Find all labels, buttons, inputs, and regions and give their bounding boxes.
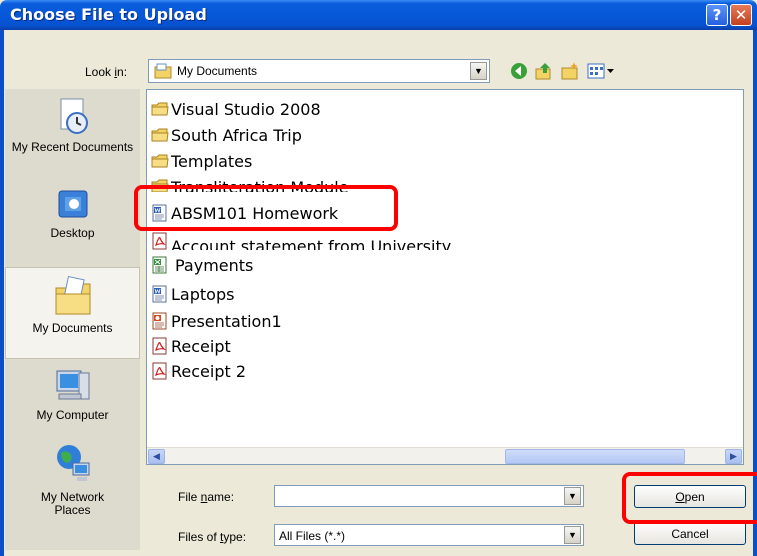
place-desktop[interactable]: Desktop — [5, 189, 140, 253]
help-button[interactable]: ? — [706, 4, 728, 26]
scroll-right-button[interactable]: ▶ — [725, 449, 742, 464]
view-menu-button[interactable] — [586, 60, 616, 82]
open-button-label: Open — [675, 489, 705, 504]
list-item[interactable]: Presentation1 — [151, 308, 282, 334]
file-list[interactable]: Visual Studio 2008 South Africa Trip Tem… — [146, 89, 744, 465]
chevron-down-icon: ▼ — [474, 66, 483, 76]
network-places-icon — [56, 445, 89, 481]
file-name-label: File name: — [178, 490, 235, 504]
new-folder-icon — [561, 62, 578, 80]
place-my-network-places[interactable]: My Network Places — [5, 441, 140, 521]
horizontal-scrollbar[interactable]: ◀ ▶ — [147, 447, 743, 464]
folder-icon — [151, 179, 169, 192]
chevron-left-icon: ◀ — [153, 451, 160, 461]
back-button[interactable] — [508, 60, 530, 82]
view-menu-icon — [587, 63, 614, 79]
close-button[interactable]: ✕ — [730, 4, 752, 26]
list-item[interactable]: Payments — [151, 252, 253, 278]
scroll-left-button[interactable]: ◀ — [148, 449, 165, 464]
list-item[interactable]: Templates — [151, 148, 252, 174]
window-title: Choose File to Upload — [10, 5, 207, 24]
my-computer-icon — [56, 370, 89, 400]
list-item[interactable]: South Africa Trip — [151, 122, 302, 148]
places-bar: My Recent Documents Desktop My Documents… — [5, 89, 140, 550]
file-type-dropdown[interactable]: All Files (*.*) ▼ — [274, 524, 584, 546]
chevron-right-icon: ▶ — [730, 451, 737, 461]
new-folder-button[interactable] — [559, 60, 581, 82]
close-icon: ✕ — [734, 6, 748, 24]
recent-documents-icon — [60, 98, 88, 134]
title-bar[interactable]: Choose File to Upload ? ✕ — [0, 0, 757, 30]
cancel-button-label: Cancel — [671, 526, 709, 541]
powerpoint-document-icon — [152, 312, 167, 330]
look-in-label: Look in: — [85, 65, 128, 79]
place-my-recent-documents[interactable]: My Recent Documents — [5, 97, 140, 181]
file-type-value: All Files (*.*) — [279, 529, 346, 543]
look-in-dropdown[interactable]: My Documents ▼ — [148, 59, 490, 83]
desktop-icon — [58, 190, 87, 218]
list-item[interactable]: Transliteration Module — [151, 172, 349, 192]
list-item[interactable]: Visual Studio 2008 — [151, 96, 321, 122]
help-icon: ? — [712, 6, 722, 24]
list-item[interactable]: Account statement from University — [151, 230, 451, 250]
list-item[interactable]: ABSM101 Homework — [151, 200, 338, 226]
file-name-dropdown-button[interactable]: ▼ — [564, 487, 581, 505]
pdf-icon — [152, 232, 167, 250]
word-document-icon — [152, 204, 167, 222]
my-documents-small-icon — [154, 63, 172, 82]
file-type-label: Files of type: — [178, 530, 247, 544]
back-arrow-icon — [511, 63, 527, 79]
chevron-down-icon: ▼ — [568, 491, 577, 501]
folder-icon — [151, 102, 169, 116]
look-in-dropdown-button[interactable]: ▼ — [470, 62, 487, 80]
file-type-dropdown-button[interactable]: ▼ — [564, 526, 581, 544]
cancel-button[interactable]: Cancel — [634, 522, 746, 545]
up-folder-button[interactable] — [533, 60, 555, 82]
list-item[interactable]: Receipt 2 — [151, 358, 246, 384]
scrollbar-thumb[interactable] — [505, 449, 685, 464]
excel-document-icon — [152, 256, 167, 274]
place-my-documents[interactable]: My Documents — [5, 267, 140, 359]
open-button[interactable]: Open — [634, 485, 746, 508]
my-documents-icon — [55, 275, 90, 315]
place-my-computer[interactable]: My Computer — [5, 367, 140, 437]
chevron-down-icon: ▼ — [568, 530, 577, 540]
window-frame-right — [753, 30, 757, 556]
list-item[interactable]: Laptops — [151, 281, 234, 307]
up-folder-icon — [535, 63, 551, 80]
pdf-icon — [152, 362, 167, 380]
list-item[interactable]: Receipt — [151, 333, 231, 359]
look-in-value: My Documents — [177, 64, 258, 78]
word-document-icon — [152, 285, 167, 303]
file-name-input[interactable]: ▼ — [274, 485, 584, 507]
folder-icon — [151, 128, 169, 142]
window-frame-left — [0, 30, 4, 556]
folder-icon — [151, 154, 169, 168]
pdf-icon — [152, 337, 167, 355]
